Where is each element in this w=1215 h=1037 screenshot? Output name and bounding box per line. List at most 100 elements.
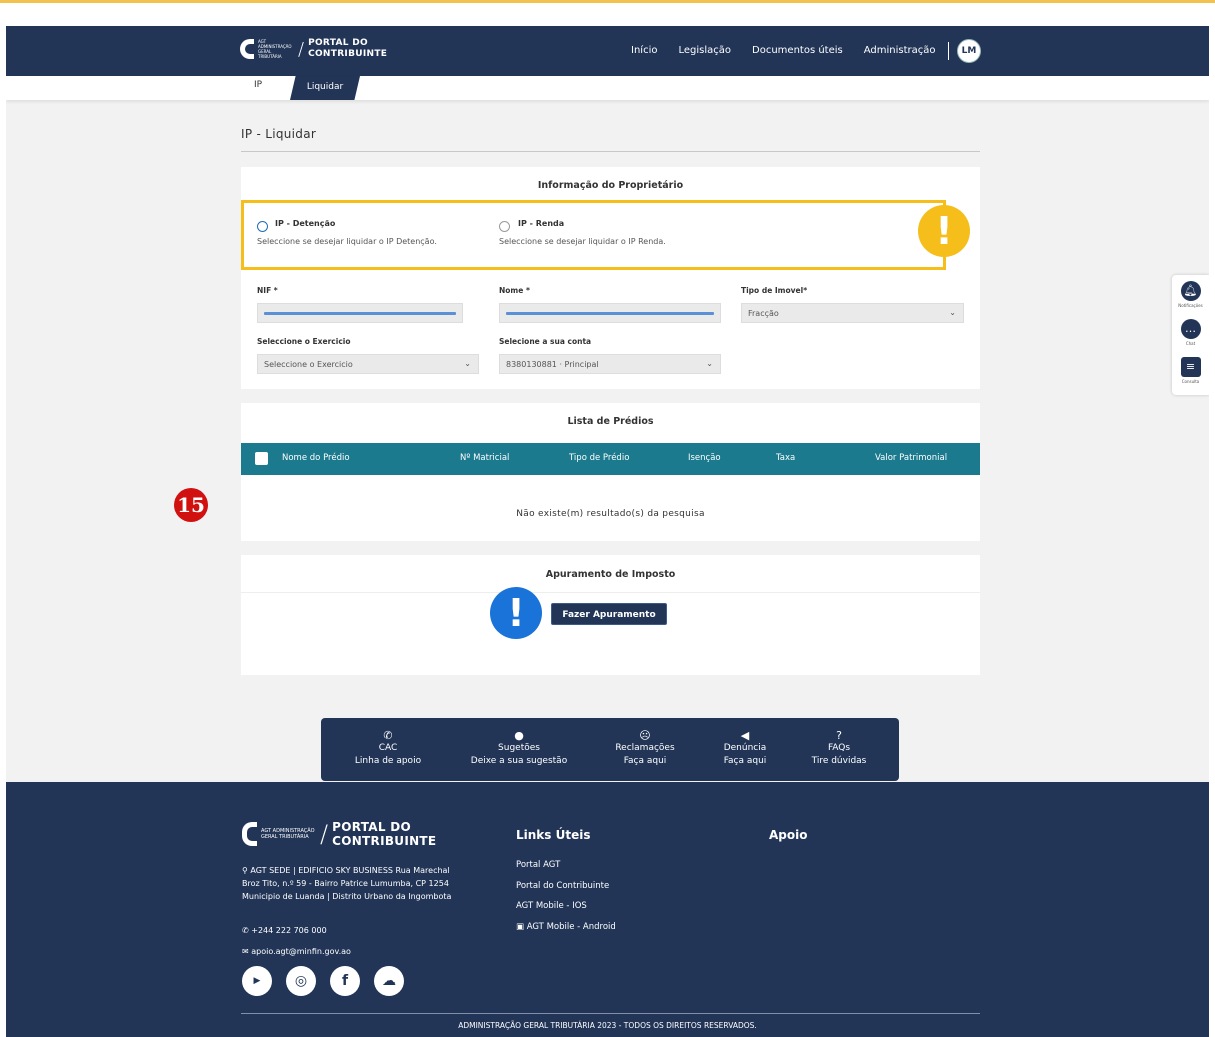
support-faqs[interactable]: ? FAQs Tire dúvidas bbox=[799, 730, 879, 768]
footer-logo-title-1: PORTAL DO bbox=[332, 820, 412, 834]
tab-ip[interactable]: IP bbox=[254, 80, 262, 90]
instagram-icon[interactable]: ◎ bbox=[286, 966, 316, 996]
notifications-widget[interactable]: 🔔︎ Notificações bbox=[1172, 281, 1209, 308]
footer-logo-agency-text: AGT ADMINISTRAÇÃO GERAL TRIBUTÁRIA bbox=[261, 828, 315, 840]
chat-bubble-icon: ● bbox=[514, 729, 524, 742]
option-detencao-title[interactable]: IP - Detenção bbox=[275, 219, 335, 228]
ip-type-highlight bbox=[241, 200, 946, 270]
owner-card-title: Informação do Proprietário bbox=[537, 180, 684, 191]
table-header: Nome do Prédio Nº Matricial Tipo de Préd… bbox=[241, 443, 980, 475]
exercicio-select[interactable]: Seleccione o Exercicio ⌄ bbox=[257, 354, 479, 374]
tax-calculation-card: Apuramento de Imposto ! Fazer Apuramento bbox=[241, 555, 980, 675]
conta-label: Selecione a sua conta bbox=[499, 337, 592, 346]
question-chat-icon: ? bbox=[836, 729, 842, 742]
tipo-imovel-value: Fracção bbox=[748, 309, 779, 318]
links-title: Links Úteis bbox=[516, 828, 591, 842]
fazer-apuramento-button[interactable]: Fazer Apuramento bbox=[551, 603, 667, 625]
support-bar: ✆ CAC Linha de apoio ● Sugetões Deixe a … bbox=[321, 718, 899, 781]
properties-list-card: Lista de Prédios Nome do Prédio Nº Matri… bbox=[241, 403, 980, 541]
link-agt-mobile-ios[interactable]: AGT Mobile - IOS bbox=[516, 901, 587, 911]
top-accent-line bbox=[0, 0, 1215, 3]
tipo-imovel-select[interactable]: Fracção ⌄ bbox=[741, 303, 964, 323]
consulta-widget[interactable]: ≡ Consulta bbox=[1172, 357, 1209, 384]
col-isencao[interactable]: Isenção bbox=[688, 453, 721, 463]
col-nome-predio[interactable]: Nome do Prédio bbox=[282, 453, 350, 463]
chevron-down-icon: ⌄ bbox=[706, 359, 713, 368]
link-portal-agt[interactable]: Portal AGT bbox=[516, 860, 560, 870]
step-number-badge: 15 bbox=[174, 488, 208, 522]
nav-inicio[interactable]: Início bbox=[631, 45, 657, 56]
nav-legislacao[interactable]: Legislação bbox=[678, 45, 731, 56]
conta-select[interactable]: 8380130881 · Principal ⌄ bbox=[499, 354, 721, 374]
link-agt-mobile-android[interactable]: ▣ AGT Mobile - Android bbox=[516, 922, 616, 932]
col-taxa[interactable]: Taxa bbox=[776, 453, 795, 463]
bell-icon: 🔔︎ bbox=[1180, 281, 1201, 301]
search-document-icon: ≡ bbox=[1180, 357, 1201, 377]
support-cac[interactable]: ✆ CAC Linha de apoio bbox=[348, 730, 428, 768]
tipo-imovel-label: Tipo de Imovel* bbox=[741, 286, 808, 295]
nif-input[interactable] bbox=[257, 303, 463, 323]
page-title: IP - Liquidar bbox=[241, 127, 317, 141]
empty-results-message: Não existe(m) resultado(s) da pesquisa bbox=[516, 509, 705, 519]
option-detencao-desc: Seleccione se desejar liquidar o IP Dete… bbox=[257, 237, 437, 246]
owner-info-card: Informação do Proprietário IP - Detenção… bbox=[241, 167, 980, 389]
col-valor-patrimonial[interactable]: Valor Patrimonial bbox=[875, 453, 947, 463]
footer: AGT ADMINISTRAÇÃO GERAL TRIBUTÁRIA / POR… bbox=[6, 782, 1209, 1037]
exercicio-label: Seleccione o Exercicio bbox=[257, 337, 351, 346]
select-all-checkbox[interactable] bbox=[255, 452, 268, 465]
logo-agency-text: AGT ADMINISTRAÇÃO GERAL TRIBUTÁRIA bbox=[258, 39, 292, 59]
apoio-title: Apoio bbox=[769, 828, 808, 842]
option-renda-desc: Seleccione se desejar liquidar o IP Rend… bbox=[499, 237, 666, 246]
conta-value: 8380130881 · Principal bbox=[506, 360, 599, 369]
chat-widget[interactable]: … Chat bbox=[1172, 319, 1209, 346]
side-widget: 🔔︎ Notificações … Chat ≡ Consulta bbox=[1172, 275, 1209, 395]
user-avatar[interactable]: LM bbox=[958, 40, 980, 62]
soundcloud-icon[interactable]: ☁ bbox=[374, 966, 404, 996]
footer-address: ⚲ AGT SEDE | EDIFICIO SKY BUSINESS Rua M… bbox=[242, 866, 452, 901]
footer-phone: ✆ +244 222 706 000 bbox=[242, 926, 327, 935]
nav-administracao[interactable]: Administração bbox=[864, 45, 936, 56]
exercicio-value: Seleccione o Exercicio bbox=[264, 360, 353, 369]
radio-ip-renda[interactable] bbox=[499, 221, 510, 232]
top-header: AGT ADMINISTRAÇÃO GERAL TRIBUTÁRIA / POR… bbox=[6, 26, 1209, 76]
breadcrumb-tabs: IP Liquidar bbox=[6, 76, 1209, 100]
list-card-title: Lista de Prédios bbox=[567, 416, 654, 427]
mail-icon: ✉ bbox=[242, 947, 252, 956]
social-links: ▶ ◎ f ☁ bbox=[242, 966, 418, 996]
nav-documentos[interactable]: Documentos úteis bbox=[752, 45, 843, 56]
sad-face-icon: ☹ bbox=[639, 729, 651, 742]
chat-icon: … bbox=[1180, 319, 1201, 339]
tab-liquidar[interactable]: Liquidar bbox=[290, 76, 360, 100]
support-reclamacoes[interactable]: ☹ Reclamações Faça aqui bbox=[600, 730, 690, 768]
calc-card-title: Apuramento de Imposto bbox=[545, 569, 676, 580]
option-renda-title[interactable]: IP - Renda bbox=[518, 219, 564, 228]
support-sugestoes[interactable]: ● Sugetões Deixe a sua sugestão bbox=[459, 730, 579, 768]
youtube-icon[interactable]: ▶ bbox=[242, 966, 272, 996]
chevron-down-icon: ⌄ bbox=[464, 359, 471, 368]
phone-icon: ✆ bbox=[383, 729, 393, 742]
chevron-down-icon: ⌄ bbox=[949, 308, 956, 317]
nav-divider bbox=[948, 42, 949, 60]
phone-icon: ✆ bbox=[242, 926, 252, 935]
copyright: ADMINISTRAÇÃO GERAL TRIBUTÁRIA 2023 - TO… bbox=[458, 1021, 757, 1030]
col-tipo-predio[interactable]: Tipo de Prédio bbox=[569, 453, 629, 463]
info-icon: ! bbox=[490, 587, 542, 639]
facebook-icon[interactable]: f bbox=[330, 966, 360, 996]
nome-input[interactable] bbox=[499, 303, 721, 323]
support-denuncia[interactable]: ◀ Denúncia Faça aqui bbox=[705, 730, 785, 768]
agt-logo-icon bbox=[242, 822, 257, 846]
title-divider bbox=[241, 151, 980, 152]
warning-icon: ! bbox=[918, 205, 970, 257]
android-icon: ▣ bbox=[516, 922, 527, 932]
footer-email[interactable]: ✉ apoio.agt@minfin.gov.ao bbox=[242, 947, 351, 956]
footer-divider bbox=[241, 1013, 980, 1014]
footer-logo-title-2: CONTRIBUINTE bbox=[332, 834, 437, 848]
megaphone-icon: ◀ bbox=[740, 729, 750, 742]
footer-logo[interactable]: AGT ADMINISTRAÇÃO GERAL TRIBUTÁRIA / POR… bbox=[242, 820, 436, 848]
col-matricial[interactable]: Nº Matricial bbox=[460, 453, 509, 463]
browser-viewport: AGT ADMINISTRAÇÃO GERAL TRIBUTÁRIA / POR… bbox=[6, 26, 1209, 1037]
main-nav: Início Legislação Documentos úteis Admin… bbox=[631, 45, 957, 56]
link-portal-contribuinte[interactable]: Portal do Contribuinte bbox=[516, 881, 609, 891]
radio-ip-detencao[interactable] bbox=[257, 221, 268, 232]
portal-logo[interactable]: AGT ADMINISTRAÇÃO GERAL TRIBUTÁRIA / POR… bbox=[240, 38, 387, 60]
